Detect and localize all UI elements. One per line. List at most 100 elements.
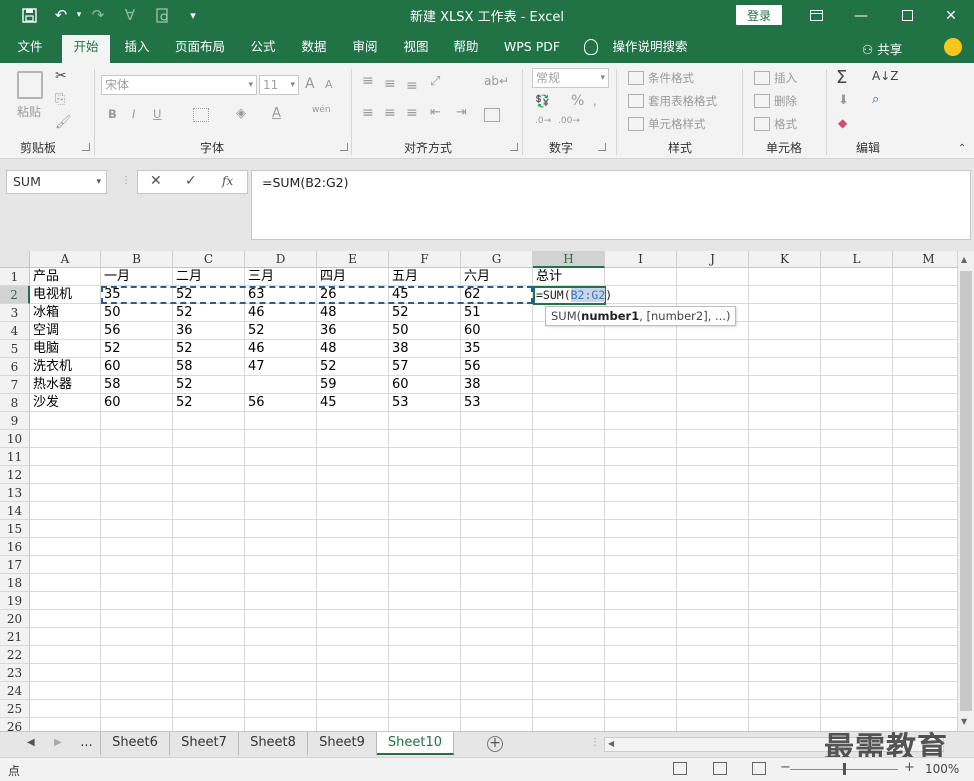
cell-l11[interactable] xyxy=(821,448,893,466)
redo-icon[interactable]: ↷ xyxy=(86,4,110,26)
cell-h21[interactable] xyxy=(533,628,605,646)
cell-g2[interactable]: 62 xyxy=(461,286,533,304)
copy-icon[interactable]: ⎘ xyxy=(55,92,65,107)
cell-b11[interactable] xyxy=(101,448,173,466)
cell-a19[interactable] xyxy=(30,592,101,610)
cell-f14[interactable] xyxy=(389,502,461,520)
zoom-level[interactable]: 100% xyxy=(925,762,959,776)
column-header-g[interactable]: G xyxy=(461,251,533,268)
cell-g23[interactable] xyxy=(461,664,533,682)
cell-a4[interactable]: 空调 xyxy=(30,322,101,340)
cell-m12[interactable] xyxy=(893,466,957,484)
orientation-icon[interactable]: ⤢ xyxy=(430,74,440,89)
zoom-slider-thumb[interactable] xyxy=(843,763,846,775)
cell-m17[interactable] xyxy=(893,556,957,574)
cell-c7[interactable]: 52 xyxy=(173,376,245,394)
cell-m20[interactable] xyxy=(893,610,957,628)
cell-e11[interactable] xyxy=(317,448,389,466)
cell-a25[interactable] xyxy=(30,700,101,718)
cell-h19[interactable] xyxy=(533,592,605,610)
cell-j8[interactable] xyxy=(677,394,749,412)
zoom-out-icon[interactable]: − xyxy=(780,760,791,775)
cell-m14[interactable] xyxy=(893,502,957,520)
cell-k12[interactable] xyxy=(749,466,821,484)
font-launcher-icon[interactable] xyxy=(340,143,348,151)
cell-g12[interactable] xyxy=(461,466,533,484)
cell-h10[interactable] xyxy=(533,430,605,448)
cell-e17[interactable] xyxy=(317,556,389,574)
cell-b4[interactable]: 56 xyxy=(101,322,173,340)
cell-g5[interactable]: 35 xyxy=(461,340,533,358)
cell-g26[interactable] xyxy=(461,718,533,731)
shrink-font-button[interactable]: A xyxy=(325,78,333,91)
cell-a20[interactable] xyxy=(30,610,101,628)
cell-k17[interactable] xyxy=(749,556,821,574)
cell-m1[interactable] xyxy=(893,268,957,286)
cell-j1[interactable] xyxy=(677,268,749,286)
cell-h18[interactable] xyxy=(533,574,605,592)
ribbon-display-options-icon[interactable] xyxy=(793,0,839,31)
cell-j24[interactable] xyxy=(677,682,749,700)
row-header-14[interactable]: 14 xyxy=(0,502,30,520)
insert-function-button[interactable]: fx xyxy=(222,174,233,188)
row-header-1[interactable]: 1 xyxy=(0,268,30,286)
cell-b3[interactable]: 50 xyxy=(101,304,173,322)
cell-a9[interactable] xyxy=(30,412,101,430)
align-right-icon[interactable]: ≡ xyxy=(406,105,418,121)
cell-m8[interactable] xyxy=(893,394,957,412)
cell-l6[interactable] xyxy=(821,358,893,376)
cell-m23[interactable] xyxy=(893,664,957,682)
cell-d23[interactable] xyxy=(245,664,317,682)
cell-e19[interactable] xyxy=(317,592,389,610)
cell-g1[interactable]: 六月 xyxy=(461,268,533,286)
cell-i23[interactable] xyxy=(605,664,677,682)
cell-g15[interactable] xyxy=(461,520,533,538)
page-layout-view-icon[interactable] xyxy=(713,762,727,775)
cell-d9[interactable] xyxy=(245,412,317,430)
find-select-icon[interactable]: ⌕ xyxy=(872,92,879,107)
cell-g14[interactable] xyxy=(461,502,533,520)
row-header-18[interactable]: 18 xyxy=(0,574,30,592)
cell-e21[interactable] xyxy=(317,628,389,646)
cell-c2[interactable]: 52 xyxy=(173,286,245,304)
cell-l18[interactable] xyxy=(821,574,893,592)
scroll-down-icon[interactable]: ▼ xyxy=(961,717,967,726)
cut-icon[interactable]: ✂ xyxy=(55,68,67,84)
align-center-icon[interactable]: ≡ xyxy=(384,105,396,121)
cell-b24[interactable] xyxy=(101,682,173,700)
cell-k5[interactable] xyxy=(749,340,821,358)
borders-icon[interactable] xyxy=(193,108,209,122)
tab-wps-pdf[interactable]: WPS PDF xyxy=(498,31,566,63)
cell-d21[interactable] xyxy=(245,628,317,646)
cell-l25[interactable] xyxy=(821,700,893,718)
cell-k8[interactable] xyxy=(749,394,821,412)
cell-a3[interactable]: 冰箱 xyxy=(30,304,101,322)
cell-c6[interactable]: 58 xyxy=(173,358,245,376)
cell-h24[interactable] xyxy=(533,682,605,700)
cell-i7[interactable] xyxy=(605,376,677,394)
cell-d8[interactable]: 56 xyxy=(245,394,317,412)
cell-k14[interactable] xyxy=(749,502,821,520)
cell-d17[interactable] xyxy=(245,556,317,574)
cell-e25[interactable] xyxy=(317,700,389,718)
cell-a15[interactable] xyxy=(30,520,101,538)
zoom-in-icon[interactable]: + xyxy=(904,760,915,775)
cell-e15[interactable] xyxy=(317,520,389,538)
cell-j10[interactable] xyxy=(677,430,749,448)
font-size-combo[interactable]: 11 ▾ xyxy=(259,75,299,95)
autosum-icon[interactable]: Σ xyxy=(836,67,847,88)
cell-l20[interactable] xyxy=(821,610,893,628)
bold-button[interactable]: B xyxy=(108,107,117,121)
cell-c25[interactable] xyxy=(173,700,245,718)
cell-d3[interactable]: 46 xyxy=(245,304,317,322)
row-header-12[interactable]: 12 xyxy=(0,466,30,484)
row-header-6[interactable]: 6 xyxy=(0,358,30,376)
active-cell-editor[interactable]: =SUM(B2:G2) xyxy=(533,286,612,305)
cancel-icon[interactable]: ✕ xyxy=(150,173,162,189)
phonetic-guide-button[interactable]: wén xyxy=(312,105,331,115)
cell-g20[interactable] xyxy=(461,610,533,628)
cell-f6[interactable]: 57 xyxy=(389,358,461,376)
cell-c17[interactable] xyxy=(173,556,245,574)
cell-h16[interactable] xyxy=(533,538,605,556)
align-top-icon[interactable]: ≡ xyxy=(362,73,374,89)
